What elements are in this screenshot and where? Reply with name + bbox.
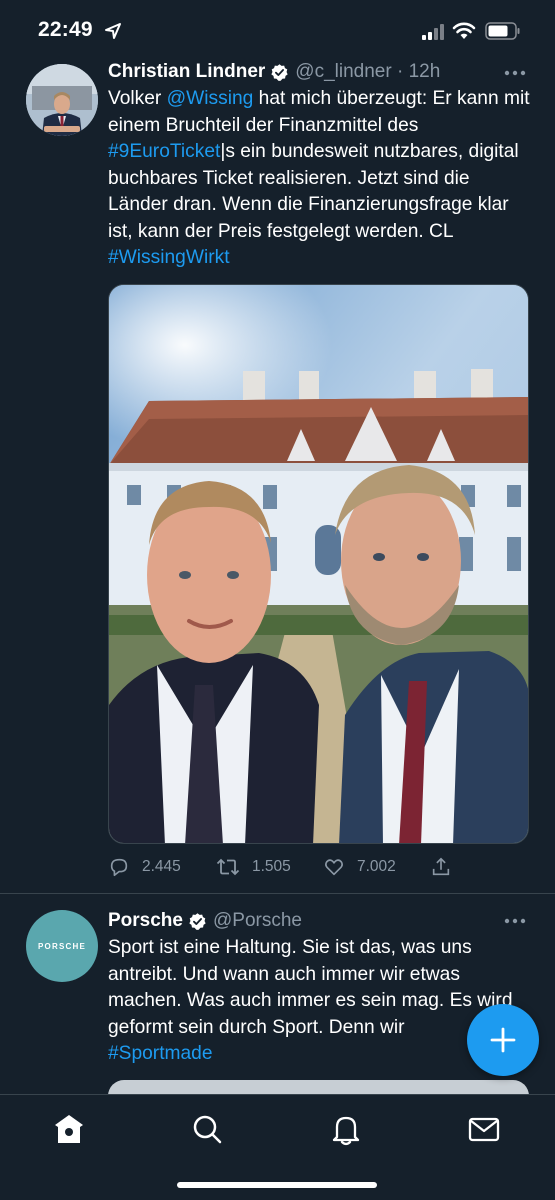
text-segment: Sport ist eine Haltung. Sie ist das, was… [108, 937, 513, 1038]
like-icon [325, 859, 343, 876]
messages-icon[interactable] [466, 1111, 502, 1147]
share-icon [432, 857, 450, 876]
reply-icon [110, 858, 128, 877]
handle-and-time: @c_lindner · 12h [295, 61, 441, 82]
avatar[interactable] [26, 64, 98, 136]
compose-plus-icon [490, 1027, 516, 1053]
battery-icon [485, 22, 520, 40]
retweet-icon [216, 858, 240, 876]
retweet-button[interactable]: 1.505 [216, 852, 291, 882]
hashtag-link[interactable]: #Sportmade [108, 1043, 213, 1064]
home-indicator [177, 1182, 377, 1188]
verified-icon [271, 63, 288, 81]
hashtag-link[interactable]: #WissingWirkt [108, 247, 230, 268]
verified-icon [189, 912, 206, 930]
compose-button[interactable] [467, 1004, 539, 1076]
text-segment: Volker [108, 88, 167, 109]
tweet[interactable]: PORSCHE Porsche @Porsche Sport ist eine … [0, 895, 555, 1110]
status-time: 22:49 [38, 18, 93, 41]
hashtag-link[interactable]: #9EuroTicket [108, 141, 220, 162]
tweet-header: Christian Lindner @c_lindner · 12h [108, 59, 440, 85]
tweet-photo[interactable] [108, 284, 529, 844]
tweet-actions: 2.445 1.505 7.002 [108, 852, 529, 882]
tweet-header: Porsche @Porsche [108, 908, 302, 934]
reply-count: 2.445 [142, 858, 181, 875]
tweet-text: Volker @Wissing hat mich überzeugt: Er k… [108, 86, 533, 272]
like-count: 7.002 [357, 858, 396, 875]
reply-button[interactable]: 2.445 [108, 852, 181, 882]
avatar[interactable]: PORSCHE [26, 910, 98, 982]
notifications-icon[interactable] [328, 1111, 364, 1147]
location-arrow-icon [105, 23, 121, 39]
share-button[interactable] [430, 852, 452, 882]
more-icon[interactable] [503, 69, 527, 77]
home-icon[interactable] [51, 1111, 87, 1147]
retweet-count: 1.505 [252, 858, 291, 875]
like-button[interactable]: 7.002 [323, 852, 396, 882]
search-icon[interactable] [189, 1111, 225, 1147]
tweet-text: Sport ist eine Haltung. Sie ist das, was… [108, 935, 513, 1068]
handle: @Porsche [212, 910, 302, 931]
tweet[interactable]: Christian Lindner @c_lindner · 12h Volke… [0, 52, 555, 894]
signal-icon [422, 24, 444, 40]
avatar-image [26, 64, 98, 136]
wifi-icon [452, 22, 476, 39]
more-icon[interactable] [503, 917, 527, 925]
selfie-photo [109, 285, 528, 843]
porsche-logo: PORSCHE [38, 941, 86, 951]
display-name[interactable]: Christian Lindner [108, 61, 265, 83]
mention-link[interactable]: @Wissing [167, 88, 254, 109]
display-name[interactable]: Porsche [108, 910, 183, 932]
